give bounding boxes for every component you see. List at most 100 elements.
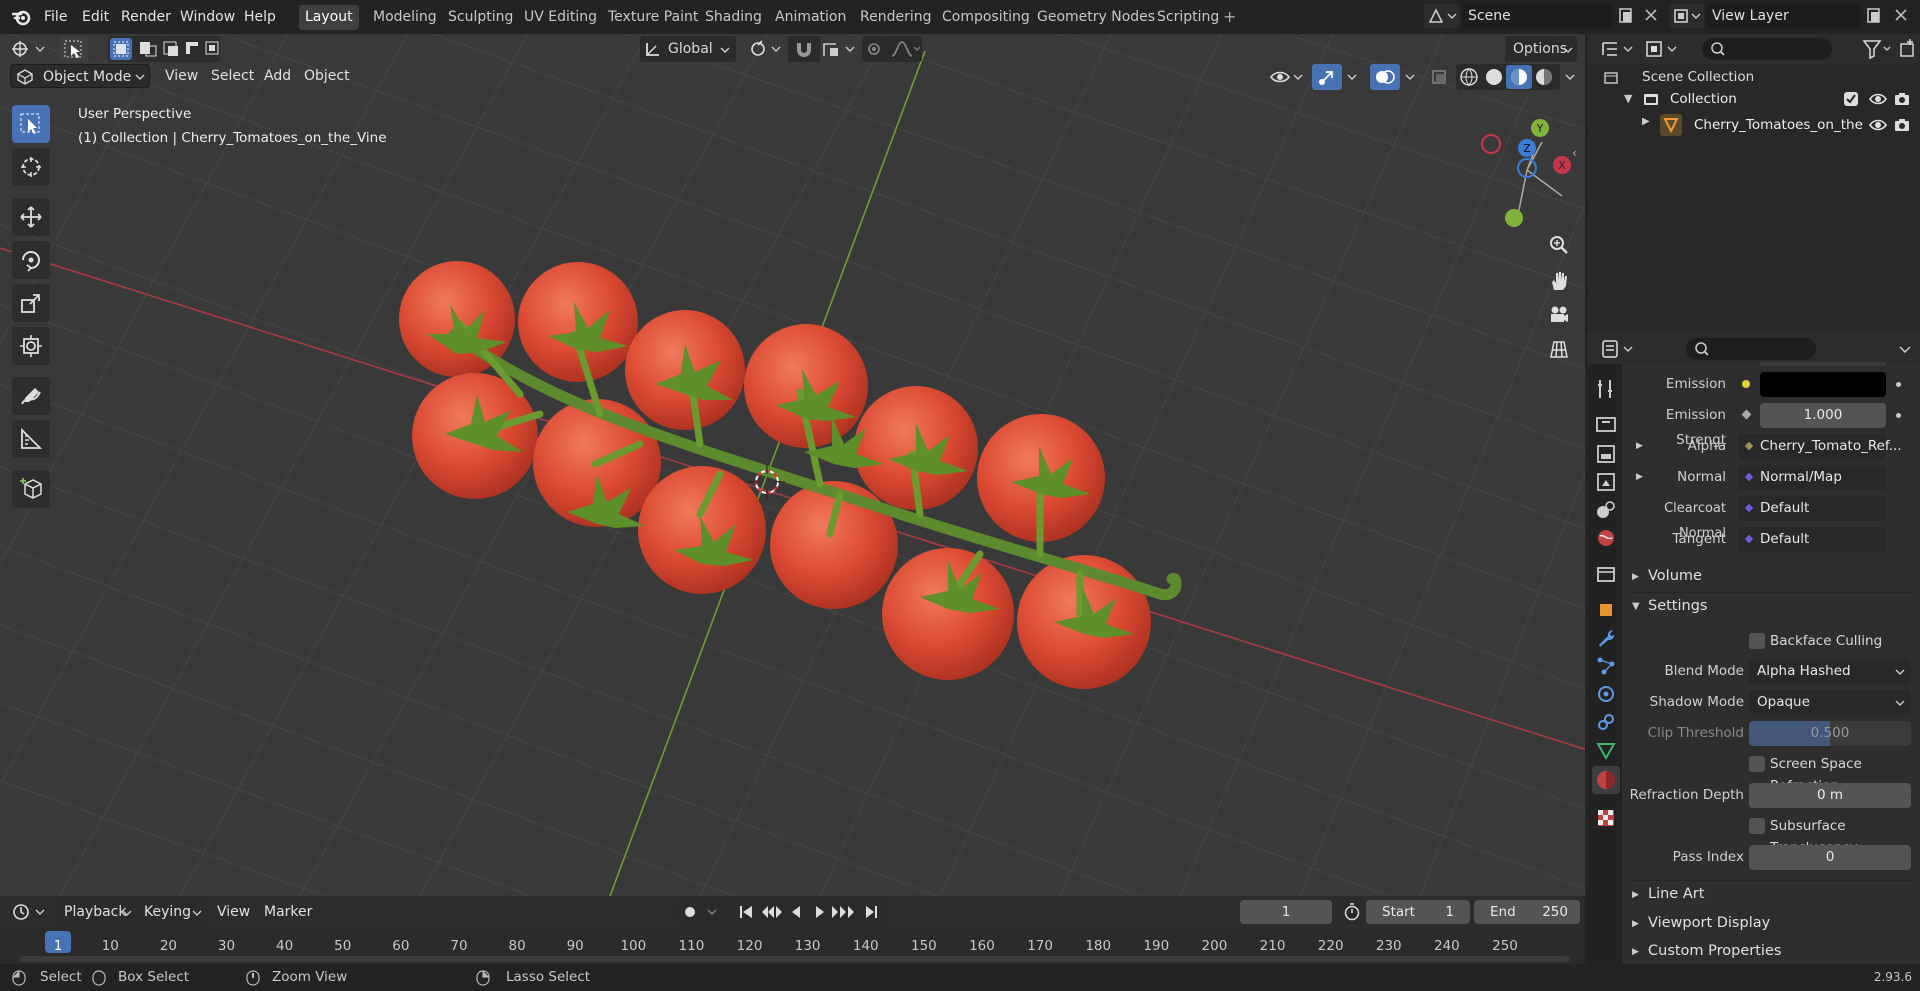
collection-render-camera-icon[interactable] xyxy=(1892,90,1912,108)
line-art-section-header[interactable]: Line Art xyxy=(1648,882,1704,906)
xray-toggle-icon[interactable] xyxy=(1428,64,1452,90)
emission-strength-keyframe-dot[interactable] xyxy=(1896,413,1901,418)
select-tool-mode-button[interactable] xyxy=(60,36,88,62)
tool-cursor[interactable] xyxy=(12,148,50,186)
screen-space-refraction-checkbox[interactable] xyxy=(1749,756,1765,772)
playback-menu[interactable]: Playback xyxy=(58,900,134,924)
playback-controls[interactable] xyxy=(732,900,884,924)
properties-editor-type-button[interactable] xyxy=(1600,338,1636,360)
collection-expand-chevron-icon[interactable]: ▼ xyxy=(1624,92,1632,105)
tab-animation[interactable]: Animation xyxy=(769,5,852,30)
viewport-menu-add[interactable]: Add xyxy=(264,64,291,88)
gizmos-dropdown-chevron-icon[interactable] xyxy=(1342,64,1364,90)
tab-modifiers-wrench-icon[interactable] xyxy=(1594,626,1618,650)
tool-annotate[interactable] xyxy=(12,377,50,415)
menu-edit[interactable]: Edit xyxy=(82,6,109,28)
tab-scene-icon[interactable] xyxy=(1594,498,1618,522)
camera-view-icon[interactable] xyxy=(1548,304,1570,326)
pivot-point-dropdown[interactable] xyxy=(746,36,786,62)
tool-transform[interactable] xyxy=(12,327,50,365)
auto-keying-record-button[interactable] xyxy=(678,900,724,924)
timeline-editor-type-button[interactable] xyxy=(10,900,50,924)
copy-view-layer-icon[interactable] xyxy=(1864,6,1884,26)
line-art-expand-chevron-icon[interactable]: ▶ xyxy=(1632,890,1639,900)
tab-collection-icon[interactable] xyxy=(1594,562,1618,586)
menu-help[interactable]: Help xyxy=(244,6,276,28)
3d-viewport[interactable]: User Perspective (1) Collection | Cherry… xyxy=(0,34,1585,896)
tool-add-cube[interactable] xyxy=(12,470,50,508)
normal-input-field[interactable]: Normal/Map xyxy=(1738,465,1886,490)
view-layer-selector-button[interactable] xyxy=(1670,4,1704,28)
close-view-layer-icon[interactable] xyxy=(1892,6,1910,24)
outliner-search-input[interactable] xyxy=(1702,38,1832,60)
emission-color-swatch[interactable] xyxy=(1760,372,1886,397)
object-mode-dropdown[interactable]: Object Mode xyxy=(10,64,150,88)
tab-sculpting[interactable]: Sculpting xyxy=(442,5,519,30)
snap-toggle-magnet-icon[interactable] xyxy=(788,36,820,62)
tab-render-icon[interactable] xyxy=(1594,412,1618,436)
settings-section-header[interactable]: Settings xyxy=(1648,594,1707,618)
tab-rendering[interactable]: Rendering xyxy=(854,5,938,30)
pan-view-hand-icon[interactable] xyxy=(1548,270,1570,292)
timeline-scrollbar[interactable] xyxy=(20,956,1570,962)
close-scene-icon[interactable] xyxy=(1642,6,1660,24)
new-collection-icon[interactable] xyxy=(1898,38,1918,60)
shading-dropdown-chevron-icon[interactable] xyxy=(1560,64,1582,90)
object-expand-chevron-icon[interactable]: ▶ xyxy=(1642,116,1650,127)
proportional-editing-buttons[interactable] xyxy=(862,36,922,62)
collection-exclude-checkbox[interactable] xyxy=(1844,92,1858,106)
emission-keyframe-dot[interactable] xyxy=(1896,382,1901,387)
filter-funnel-icon[interactable] xyxy=(1862,38,1894,60)
tool-scale[interactable] xyxy=(12,284,50,322)
tab-constraints-icon[interactable] xyxy=(1594,710,1618,734)
tangent-field[interactable]: Default xyxy=(1738,527,1886,552)
timeline-menu-marker[interactable]: Marker xyxy=(264,900,312,924)
tab-texture-paint[interactable]: Texture Paint xyxy=(602,5,704,30)
tool-rotate[interactable] xyxy=(12,241,50,279)
end-frame-field[interactable]: End 250 xyxy=(1474,900,1580,924)
settings-collapse-chevron-icon[interactable]: ▼ xyxy=(1632,601,1640,612)
volume-section-header[interactable]: Volume xyxy=(1648,564,1702,588)
collection-visibility-eye-icon[interactable] xyxy=(1868,90,1888,108)
viewport-menu-object[interactable]: Object xyxy=(304,64,350,88)
tab-view-layer-icon[interactable] xyxy=(1594,470,1618,494)
view-layer-field[interactable]: View Layer xyxy=(1706,4,1860,28)
visibility-selectability-dropdown[interactable] xyxy=(1268,64,1308,90)
tab-material-icon[interactable] xyxy=(1592,766,1620,794)
viewport-display-expand-chevron-icon[interactable]: ▶ xyxy=(1632,919,1639,929)
tab-geometry-nodes[interactable]: Geometry Nodes xyxy=(1031,5,1161,30)
editor-type-button[interactable] xyxy=(10,36,50,62)
backface-culling-label[interactable]: Backface Culling xyxy=(1770,630,1882,652)
copy-scene-icon[interactable] xyxy=(1616,6,1636,26)
emission-socket-dot[interactable] xyxy=(1742,380,1750,388)
tool-move[interactable] xyxy=(12,198,50,236)
tab-scripting[interactable]: Scripting xyxy=(1151,5,1225,30)
tab-tool-icon[interactable] xyxy=(1594,377,1618,401)
viewport-menu-view[interactable]: View xyxy=(165,64,198,88)
custom-properties-section-header[interactable]: Custom Properties xyxy=(1648,939,1781,963)
preview-range-stopwatch-icon[interactable] xyxy=(1340,900,1364,924)
display-mode-button[interactable] xyxy=(1644,38,1680,60)
add-workspace-icon[interactable]: + xyxy=(1223,9,1236,25)
tab-physics-icon[interactable] xyxy=(1594,682,1618,706)
transform-orientation-dropdown[interactable]: Global xyxy=(640,36,736,62)
tab-data-mesh-icon[interactable] xyxy=(1594,738,1618,762)
blend-mode-dropdown[interactable]: Alpha Hashed xyxy=(1749,659,1911,684)
collection-label[interactable]: Collection xyxy=(1670,90,1737,108)
tab-object-icon[interactable] xyxy=(1594,598,1618,622)
tool-measure[interactable] xyxy=(12,420,50,458)
clearcoat-normal-field[interactable]: Default xyxy=(1738,496,1886,521)
tab-particles-icon[interactable] xyxy=(1594,654,1618,678)
overlays-dropdown-chevron-icon[interactable] xyxy=(1400,64,1422,90)
menu-render[interactable]: Render xyxy=(121,6,171,28)
refraction-depth-field[interactable]: 0 m xyxy=(1749,783,1911,808)
outliner-editor-type-button[interactable] xyxy=(1600,38,1636,60)
pass-index-field[interactable]: 0 xyxy=(1749,845,1911,870)
scene-collection-label[interactable]: Scene Collection xyxy=(1642,68,1754,86)
tool-select-box[interactable] xyxy=(12,105,50,143)
cherry-tomatoes-object[interactable] xyxy=(399,261,1182,689)
subsurface-translucency-checkbox[interactable] xyxy=(1749,818,1765,834)
properties-options-chevron-icon[interactable] xyxy=(1894,338,1916,360)
menu-window[interactable]: Window xyxy=(180,6,235,28)
ortho-toggle-grid-icon[interactable] xyxy=(1548,338,1570,360)
